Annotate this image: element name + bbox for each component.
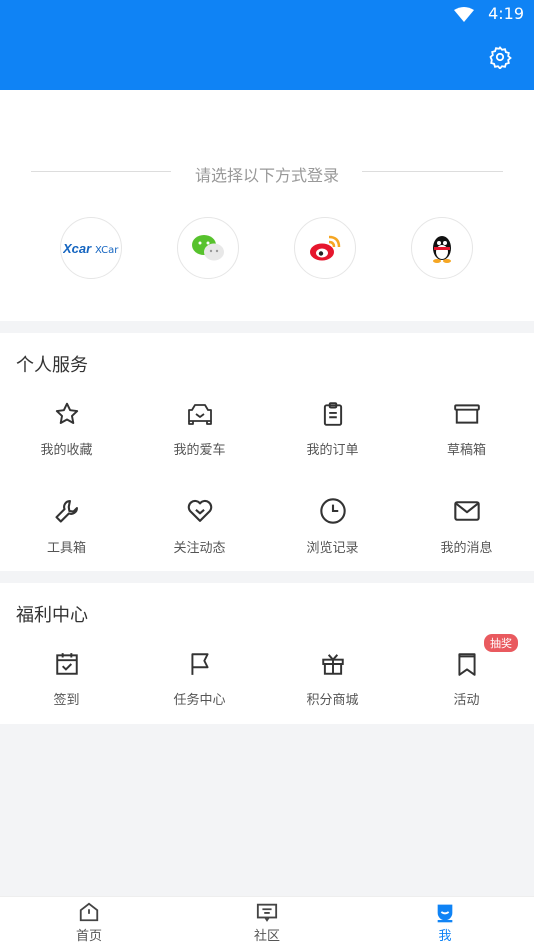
history-item[interactable]: 浏览记录 (266, 497, 399, 556)
personal-services-section: 个人服务 我的收藏 我的爱车 我的订单 草稿箱 工具箱 关注动态 浏览记录 我的… (0, 333, 534, 571)
favorites-label: 我的收藏 (40, 443, 93, 458)
wifi-icon (454, 7, 474, 22)
svg-text:Xcar: Xcar (63, 241, 92, 256)
bookmark-icon (457, 653, 476, 676)
points-mall-label: 积分商城 (306, 693, 359, 708)
favorites-item[interactable]: 我的收藏 (0, 401, 133, 458)
personal-services-title: 个人服务 (16, 355, 88, 376)
follow-feed-item[interactable]: 关注动态 (133, 497, 266, 556)
login-qq-button[interactable] (411, 217, 473, 279)
login-weibo-button[interactable] (294, 217, 356, 279)
my-orders-item[interactable]: 我的订单 (266, 401, 399, 458)
app-header: 4:19 (0, 0, 534, 90)
points-mall-item[interactable]: 积分商城 (266, 651, 399, 708)
calendar-check-icon (55, 653, 78, 675)
welfare-center-title: 福利中心 (16, 605, 88, 626)
messages-label: 我的消息 (440, 541, 493, 556)
login-panel: 请选择以下方式登录 Xcar XCar爱卡 (0, 90, 534, 321)
drafts-item[interactable]: 草稿箱 (400, 401, 533, 458)
clipboard-icon (323, 402, 342, 426)
divider-right (362, 171, 503, 172)
history-label: 浏览记录 (306, 541, 359, 556)
settings-gear-icon[interactable] (488, 45, 512, 69)
drafts-label: 草稿箱 (446, 443, 486, 458)
qq-icon (433, 236, 451, 263)
checkin-label: 签到 (53, 693, 80, 708)
toolbox-label: 工具箱 (46, 541, 86, 556)
login-xcar-button[interactable]: Xcar XCar爱卡 (60, 217, 122, 279)
tab-home-label: 首页 (75, 929, 102, 944)
heart-icon (187, 499, 212, 522)
xcar-logo-text: XCar爱卡 (95, 243, 119, 256)
wrench-icon (54, 500, 78, 523)
task-center-item[interactable]: 任务中心 (133, 651, 266, 708)
clock-icon (319, 498, 346, 524)
tab-home[interactable]: 首页 (49, 901, 129, 944)
tab-me[interactable]: 我 (405, 901, 485, 944)
lottery-badge: 抽奖 (484, 634, 518, 652)
tab-me-label: 我 (438, 929, 452, 944)
mail-icon (453, 501, 480, 521)
welfare-center-section: 福利中心 签到 任务中心 积分商城 活动 (0, 583, 534, 724)
tab-community[interactable]: 社区 (227, 901, 307, 944)
status-time: 4:19 (488, 4, 524, 23)
wechat-icon (192, 235, 224, 261)
activities-label: 活动 (453, 693, 480, 708)
login-title: 请选择以下方式登录 (194, 166, 339, 185)
gift-icon (321, 654, 344, 675)
star-icon (55, 402, 78, 424)
my-orders-label: 我的订单 (306, 443, 359, 458)
home-icon (79, 902, 99, 922)
flag-icon (190, 653, 209, 675)
tab-community-label: 社区 (253, 929, 280, 944)
messages-item[interactable]: 我的消息 (400, 497, 533, 556)
weibo-icon (310, 235, 341, 261)
xcar-icon: Xcar XCar爱卡 (63, 241, 119, 256)
login-wechat-button[interactable] (177, 217, 239, 279)
profile-icon (437, 904, 453, 923)
bottom-tab-bar: 首页 社区 我 (0, 896, 534, 949)
activities-item[interactable]: 活动 (400, 651, 533, 708)
checkin-item[interactable]: 签到 (0, 651, 133, 708)
community-icon (256, 903, 278, 922)
my-car-item[interactable]: 我的爱车 (133, 401, 266, 458)
drawer-icon (453, 404, 480, 424)
my-car-label: 我的爱车 (173, 443, 226, 458)
follow-feed-label: 关注动态 (173, 541, 226, 556)
task-center-label: 任务中心 (173, 693, 226, 708)
car-icon (187, 404, 212, 425)
toolbox-item[interactable]: 工具箱 (0, 497, 133, 556)
